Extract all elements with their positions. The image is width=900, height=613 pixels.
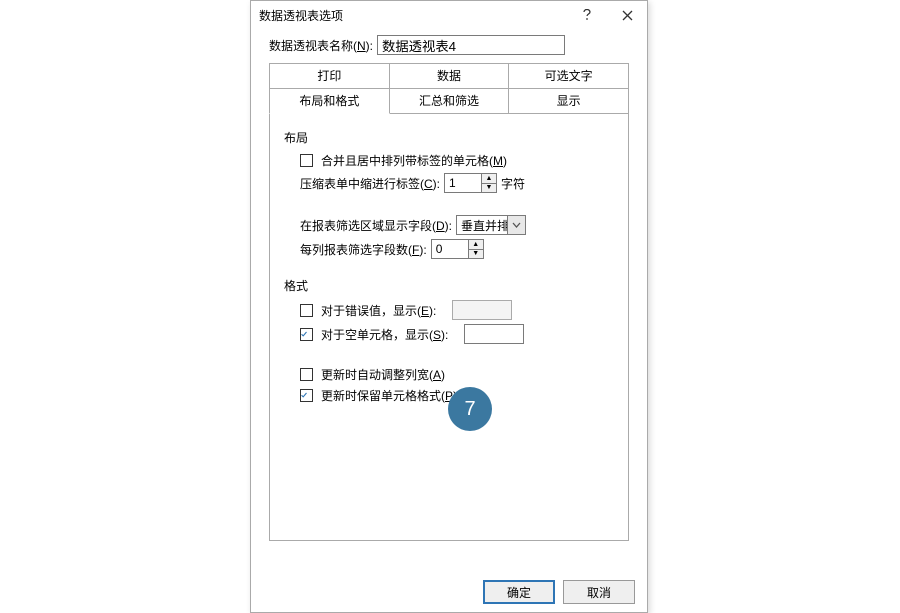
pivottable-options-dialog: 数据透视表选项 数据透视表名称(N): 打印 数据 可选文字 (250, 0, 648, 613)
tabstrip: 打印 数据 可选文字 布局和格式 汇总和筛选 显示 布局 合并且居中排列带标签的… (269, 63, 629, 541)
fields-per-col-label: 每列报表筛选字段数(F): (300, 241, 427, 258)
close-button[interactable] (607, 1, 647, 29)
layout-group-title: 布局 (284, 129, 614, 146)
format-group-title: 格式 (284, 277, 614, 294)
ok-button[interactable]: 确定 (483, 580, 555, 604)
titlebar[interactable]: 数据透视表选项 (251, 1, 647, 29)
tab-pane-layout-format: 布局 合并且居中排列带标签的单元格(M) 压缩表单中缩进行标签(C): (269, 113, 629, 541)
merge-center-label: 合并且居中排列带标签的单元格(M) (321, 152, 507, 169)
help-icon (582, 9, 592, 21)
compact-indent-suffix: 字符 (501, 175, 525, 192)
filter-area-select[interactable]: 垂直并排 (456, 215, 526, 235)
dialog-footer: 确定 取消 (483, 580, 635, 604)
close-icon (622, 10, 633, 21)
tab-layout-format[interactable]: 布局和格式 (269, 88, 390, 114)
preserve-formatting-checkbox[interactable] (300, 389, 313, 402)
dialog-title: 数据透视表选项 (259, 7, 567, 24)
fields-per-col-input[interactable] (432, 240, 468, 258)
show-empty-checkbox[interactable] (300, 328, 313, 341)
error-value-box[interactable] (452, 300, 512, 320)
autofit-columns-label: 更新时自动调整列宽(A) (321, 366, 445, 383)
compact-indent-input[interactable] (445, 174, 481, 192)
tab-print[interactable]: 打印 (269, 63, 390, 89)
filter-area-value: 垂直并排 (457, 216, 507, 234)
show-empty-label: 对于空单元格，显示(S): (321, 326, 448, 343)
pivottable-name-input[interactable] (377, 35, 565, 55)
tab-display[interactable]: 显示 (508, 88, 629, 114)
show-error-checkbox[interactable] (300, 304, 313, 317)
tab-data[interactable]: 数据 (389, 63, 510, 89)
chevron-down-icon[interactable] (507, 216, 525, 234)
pivottable-name-label: 数据透视表名称(N): (269, 37, 373, 54)
preserve-formatting-label: 更新时保留单元格格式(P) (321, 387, 457, 404)
compact-indent-label: 压缩表单中缩进行标签(C): (300, 175, 440, 192)
fields-per-col-spinner[interactable]: ▲ ▼ (431, 239, 484, 259)
show-error-label: 对于错误值，显示(E): (321, 302, 436, 319)
tab-alt-text[interactable]: 可选文字 (508, 63, 629, 89)
cancel-button[interactable]: 取消 (563, 580, 635, 604)
merge-center-checkbox[interactable] (300, 154, 313, 167)
spin-down-icon[interactable]: ▼ (482, 183, 496, 193)
tab-totals-filters[interactable]: 汇总和筛选 (389, 88, 510, 114)
compact-indent-spinner[interactable]: ▲ ▼ (444, 173, 497, 193)
autofit-columns-checkbox[interactable] (300, 368, 313, 381)
empty-value-box[interactable] (464, 324, 524, 344)
filter-area-label: 在报表筛选区域显示字段(D): (300, 217, 452, 234)
help-button[interactable] (567, 1, 607, 29)
spin-up-icon[interactable]: ▲ (482, 174, 496, 183)
spin-up-icon[interactable]: ▲ (469, 240, 483, 249)
spin-down-icon[interactable]: ▼ (469, 249, 483, 259)
